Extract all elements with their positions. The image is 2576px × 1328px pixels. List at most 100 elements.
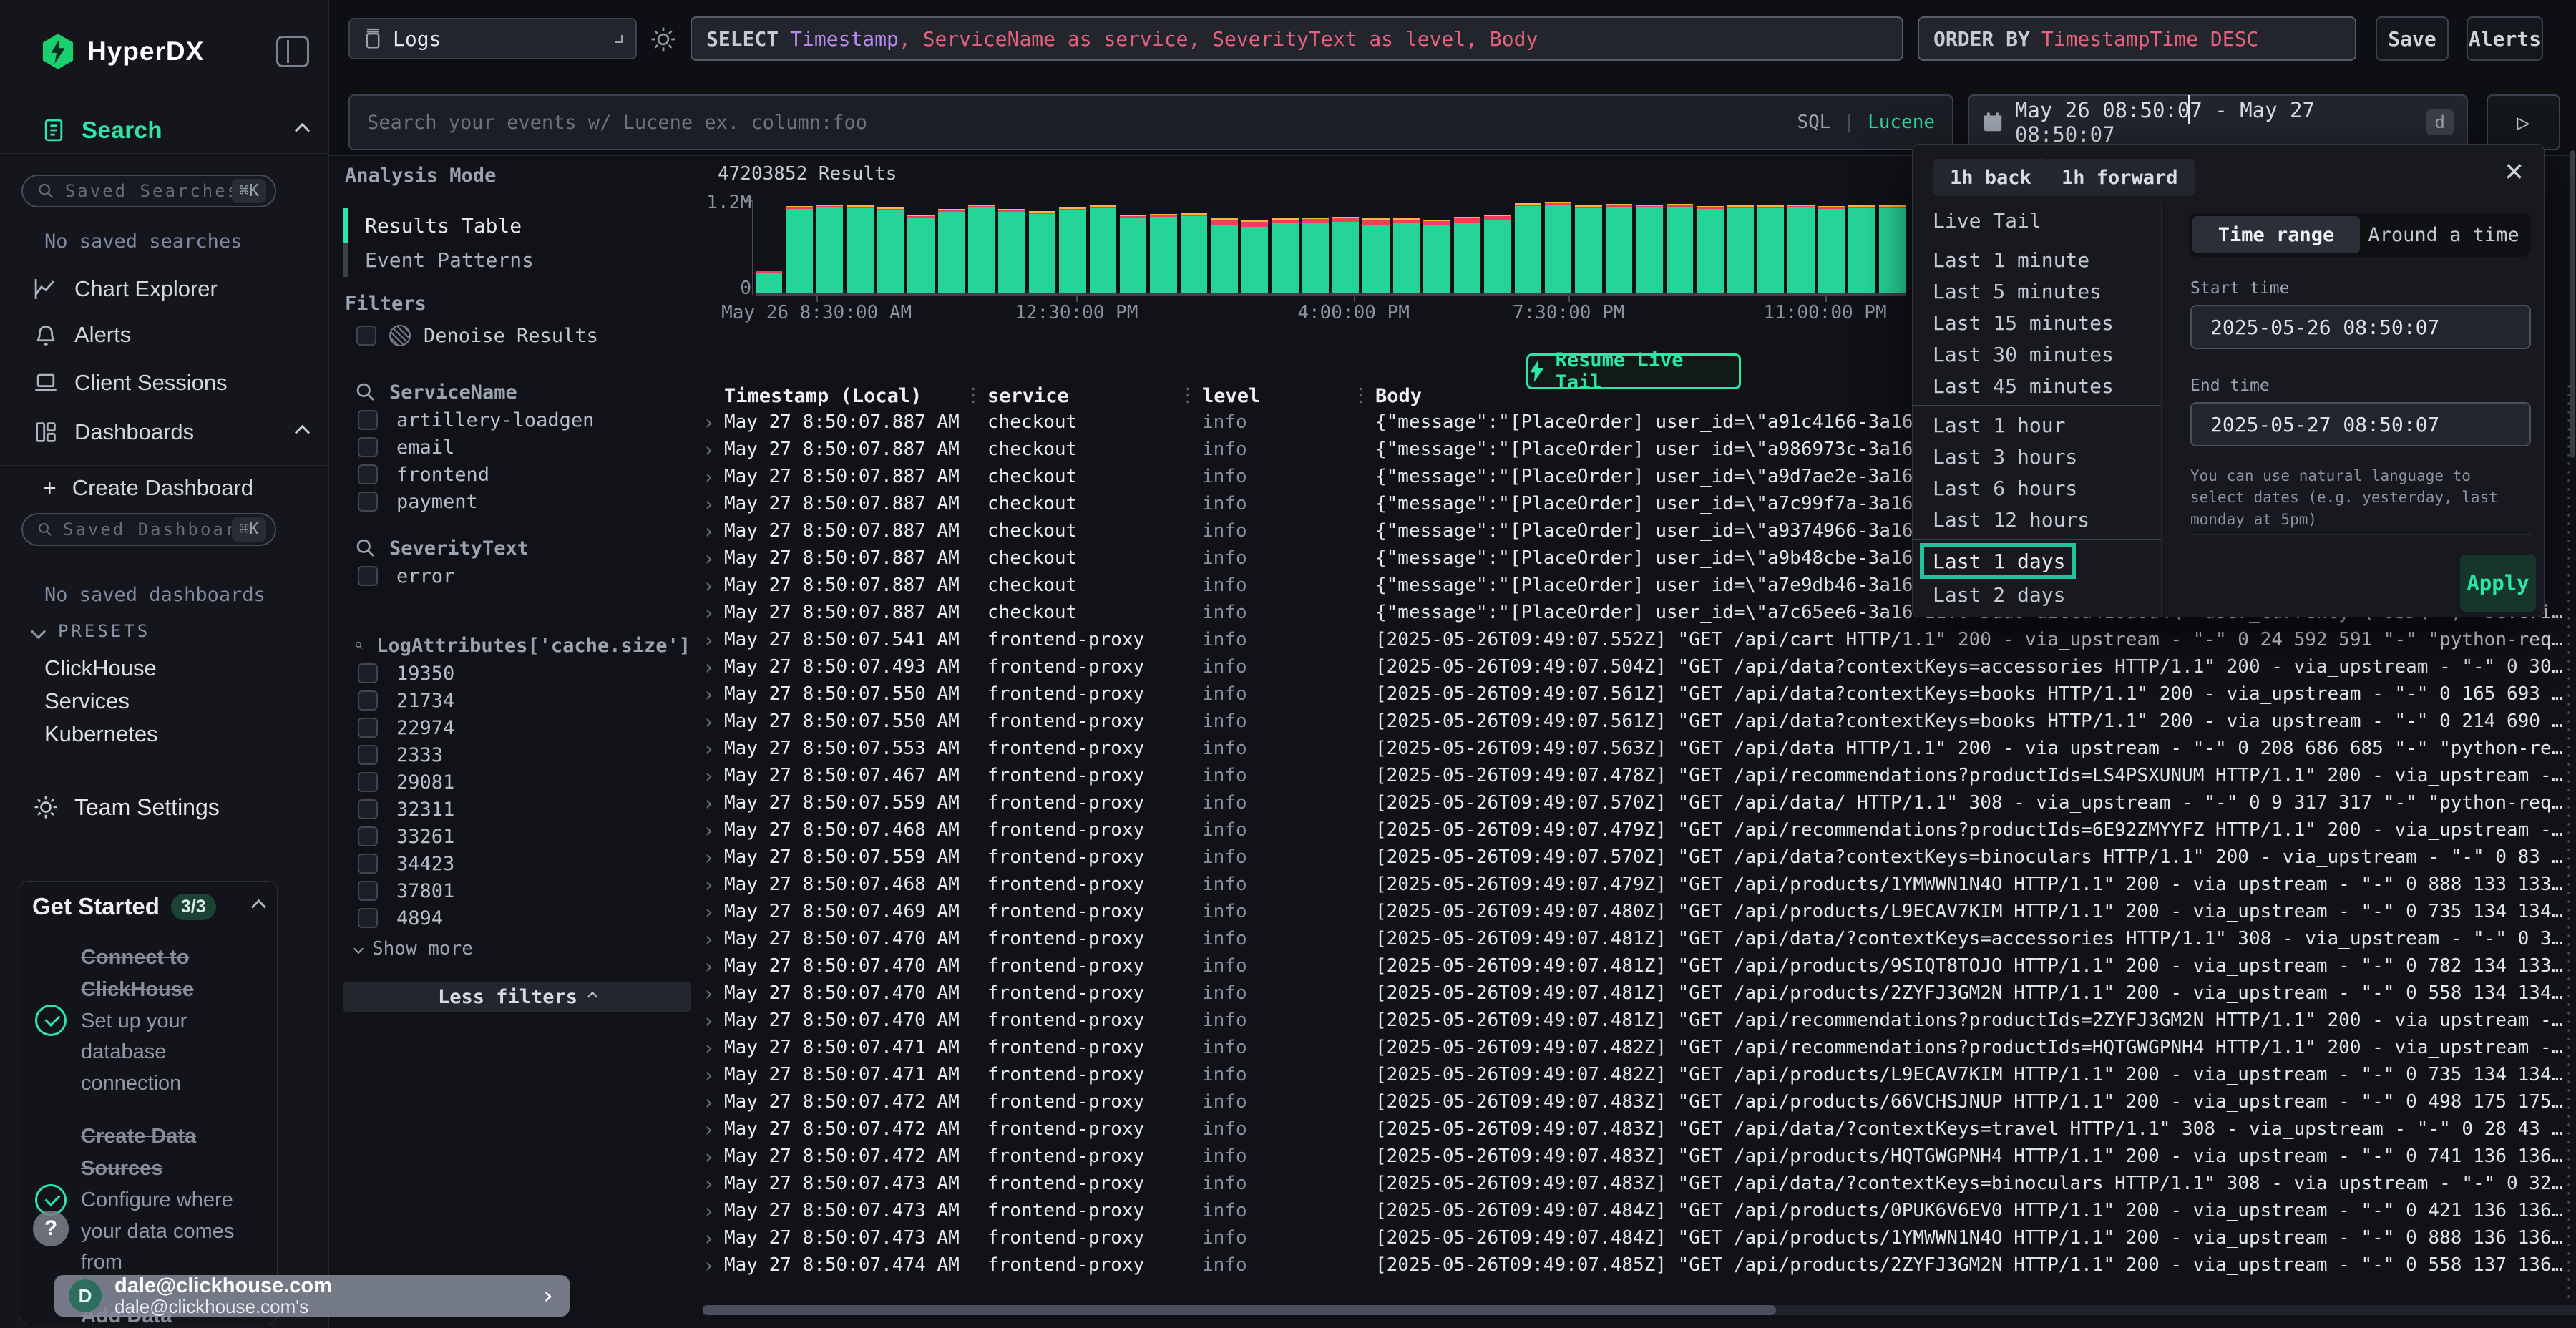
checkbox[interactable]	[358, 772, 378, 792]
chevron-up-icon[interactable]	[295, 122, 310, 137]
run-query-button[interactable]: ▷	[2487, 94, 2560, 150]
row-expand-chevron-icon[interactable]: ›	[703, 1145, 724, 1168]
quick-range-option[interactable]: Last 3 hours	[1913, 441, 2161, 472]
row-expand-chevron-icon[interactable]: ›	[703, 1118, 724, 1141]
row-expand-chevron-icon[interactable]: ›	[703, 519, 724, 543]
checkbox[interactable]	[358, 690, 378, 711]
results-histogram[interactable]: May 26 8:30:00 AM12:30:00 PM4:00:00 PM7:…	[756, 200, 1906, 293]
filter-value-row[interactable]: email	[343, 434, 691, 461]
histogram-bar[interactable]	[1090, 205, 1116, 293]
histogram-bar[interactable]	[968, 205, 995, 293]
checkbox[interactable]	[358, 410, 378, 430]
sidebar-item-search[interactable]: Search	[0, 112, 329, 149]
row-expand-chevron-icon[interactable]: ›	[703, 655, 724, 679]
alerts-button[interactable]: Alerts	[2467, 16, 2543, 61]
quick-range-option[interactable]: Last 1 minute	[1913, 244, 2161, 275]
filter-value-row[interactable]: 22974	[343, 714, 691, 741]
histogram-bar[interactable]	[1362, 218, 1389, 293]
histogram-bar[interactable]	[1515, 203, 1541, 293]
row-expand-chevron-icon[interactable]: ›	[703, 1172, 724, 1196]
row-expand-chevron-icon[interactable]: ›	[703, 982, 724, 1005]
filter-value-row[interactable]: 21734	[343, 687, 691, 714]
sidebar-item-team-settings[interactable]: Team Settings	[0, 787, 329, 827]
row-expand-chevron-icon[interactable]: ›	[703, 601, 724, 625]
start-time-input[interactable]: 2025-05-26 08:50:07	[2190, 305, 2531, 349]
row-expand-chevron-icon[interactable]: ›	[703, 1009, 724, 1032]
close-icon[interactable]: ×	[2504, 152, 2524, 190]
source-settings-gear-icon[interactable]	[650, 26, 677, 53]
row-expand-chevron-icon[interactable]: ›	[703, 791, 724, 815]
end-time-input[interactable]: 2025-05-27 08:50:07	[2190, 402, 2531, 446]
filter-value-row[interactable]: 32311	[343, 796, 691, 823]
row-expand-chevron-icon[interactable]: ›	[703, 1036, 724, 1060]
checkbox[interactable]	[358, 745, 378, 765]
histogram-bar[interactable]	[1848, 205, 1875, 293]
sql-toggle[interactable]: SQL	[1797, 112, 1830, 133]
histogram-bar[interactable]	[786, 206, 812, 293]
tab-time-range[interactable]: Time range	[2192, 216, 2360, 253]
source-select[interactable]: Logs	[348, 18, 637, 59]
histogram-bar[interactable]	[1454, 217, 1480, 293]
row-expand-chevron-icon[interactable]: ›	[703, 547, 724, 570]
filter-value-row[interactable]: 33261	[343, 823, 691, 850]
checkbox[interactable]	[358, 881, 378, 901]
sidebar-item-chart-explorer[interactable]: Chart Explorer	[0, 269, 329, 309]
histogram-bar[interactable]	[938, 209, 965, 293]
user-account-chip[interactable]: D dale@clickhouse.com dale@clickhouse.co…	[54, 1275, 570, 1317]
filter-value-row[interactable]: error	[343, 562, 691, 590]
filter-value-row[interactable]: 2333	[343, 741, 691, 768]
row-expand-chevron-icon[interactable]: ›	[703, 900, 724, 924]
get-started-step[interactable]: Connect to ClickHouseSet up your databas…	[32, 942, 264, 1099]
histogram-bar[interactable]	[1241, 220, 1268, 293]
tab-results-table[interactable]: Results Table	[343, 208, 691, 243]
filter-group-header[interactable]: SeverityText	[343, 534, 691, 562]
checkbox[interactable]	[358, 908, 378, 928]
histogram-bar[interactable]	[1879, 205, 1906, 293]
row-expand-chevron-icon[interactable]: ›	[703, 1226, 724, 1250]
table-row[interactable]: ›May 27 8:50:07.473 AMfrontend-proxyinfo…	[703, 1224, 2576, 1251]
row-expand-chevron-icon[interactable]: ›	[703, 1063, 724, 1087]
histogram-bar[interactable]	[907, 215, 934, 293]
sidebar-item-client-sessions[interactable]: Client Sessions	[0, 363, 329, 403]
app-logo[interactable]: HyperDX	[0, 29, 329, 74]
row-expand-chevron-icon[interactable]: ›	[703, 764, 724, 788]
sidebar-item-alerts[interactable]: Alerts	[0, 315, 329, 355]
quick-range-option[interactable]: Last 2 days	[1913, 579, 2161, 610]
histogram-bar[interactable]	[1029, 211, 1055, 293]
show-more-button[interactable]: Show more	[343, 934, 691, 963]
table-row[interactable]: ›May 27 8:50:07.467 AMfrontend-proxyinfo…	[703, 762, 2576, 789]
histogram-bar[interactable]	[877, 208, 904, 293]
histogram-bar[interactable]	[1211, 218, 1237, 293]
table-row[interactable]: ›May 27 8:50:07.550 AMfrontend-proxyinfo…	[703, 680, 2576, 708]
table-row[interactable]: ›May 27 8:50:07.472 AMfrontend-proxyinfo…	[703, 1115, 2576, 1143]
row-expand-chevron-icon[interactable]: ›	[703, 574, 724, 597]
histogram-bar[interactable]	[1818, 206, 1845, 293]
filter-value-row[interactable]: payment	[343, 488, 691, 515]
filter-value-row[interactable]: frontend	[343, 461, 691, 488]
col-service[interactable]: service	[987, 385, 1202, 407]
chevron-up-icon[interactable]	[295, 424, 310, 439]
quick-range-option[interactable]: Last 15 minutes	[1913, 307, 2161, 338]
histogram-bar[interactable]	[1302, 218, 1329, 293]
filter-value-row[interactable]: 34423	[343, 850, 691, 877]
checkbox[interactable]	[358, 492, 378, 512]
table-row[interactable]: ›May 27 8:50:07.559 AMfrontend-proxyinfo…	[703, 844, 2576, 871]
column-resize-handle[interactable]	[1186, 386, 1189, 406]
table-row[interactable]: ›May 27 8:50:07.553 AMfrontend-proxyinfo…	[703, 735, 2576, 762]
row-expand-chevron-icon[interactable]: ›	[703, 492, 724, 516]
quick-range-option[interactable]: Last 45 minutes	[1913, 370, 2161, 401]
checkbox[interactable]	[358, 799, 378, 819]
row-expand-chevron-icon[interactable]: ›	[703, 1090, 724, 1114]
table-row[interactable]: ›May 27 8:50:07.470 AMfrontend-proxyinfo…	[703, 925, 2576, 952]
checkbox[interactable]	[358, 566, 378, 586]
filter-value-row[interactable]: 4894	[343, 904, 691, 932]
histogram-bar[interactable]	[816, 205, 843, 293]
checkbox[interactable]	[358, 718, 378, 738]
table-row[interactable]: ›May 27 8:50:07.473 AMfrontend-proxyinfo…	[703, 1197, 2576, 1224]
histogram-bar[interactable]	[1575, 205, 1601, 293]
filter-group-header[interactable]: LogAttributes['cache.size']	[343, 631, 691, 660]
row-expand-chevron-icon[interactable]: ›	[703, 873, 724, 897]
histogram-bar[interactable]	[1545, 202, 1571, 293]
table-row[interactable]: ›May 27 8:50:07.471 AMfrontend-proxyinfo…	[703, 1061, 2576, 1088]
histogram-bar[interactable]	[1757, 205, 1784, 293]
